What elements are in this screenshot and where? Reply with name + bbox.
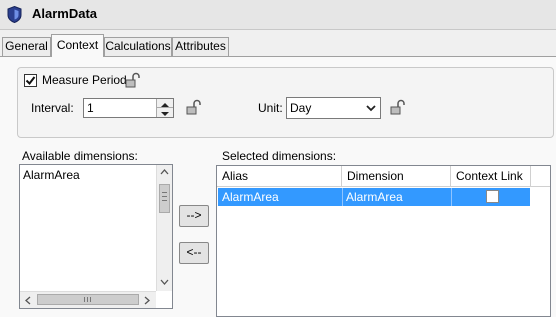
scroll-right-icon[interactable] (144, 296, 150, 305)
scroll-down-icon[interactable] (160, 279, 169, 285)
spin-up-button[interactable] (157, 99, 173, 108)
unit-label: Unit: (258, 101, 283, 115)
lock-open-icon[interactable] (185, 99, 201, 115)
interval-label: Interval: (31, 101, 74, 115)
column-header-context-link[interactable]: Context Link (451, 166, 531, 186)
interval-spinner-buttons (156, 99, 173, 117)
column-header-alias[interactable]: Alias (217, 166, 342, 186)
shield-app-icon (7, 6, 22, 23)
alias-cell[interactable]: AlarmArea (222, 190, 279, 204)
measure-period-label: Measure Period (42, 73, 127, 87)
horizontal-scrollbar[interactable] (20, 291, 156, 308)
tab-attributes[interactable]: Attributes (172, 37, 229, 56)
column-header-dimension[interactable]: Dimension (342, 166, 451, 186)
tab-general[interactable]: General (2, 37, 51, 56)
list-item[interactable]: AlarmArea (23, 168, 80, 182)
chevron-down-icon (366, 105, 376, 112)
remove-dimension-button[interactable]: <-- (179, 242, 209, 264)
active-tab-gap (52, 56, 103, 58)
selected-dimensions-grid[interactable]: Alias Dimension Context Link AlarmArea A… (216, 165, 551, 317)
available-dimensions-list[interactable]: AlarmArea (19, 164, 173, 309)
vertical-scrollbar[interactable] (156, 165, 172, 291)
measure-period-checkbox[interactable] (24, 74, 37, 87)
unit-value: Day (290, 101, 312, 115)
window-title: AlarmData (32, 6, 98, 21)
dimension-cell[interactable]: AlarmArea (346, 190, 403, 204)
interval-value: 1 (87, 101, 94, 115)
available-dimensions-label: Available dimensions: (22, 149, 138, 163)
spin-down-icon (161, 112, 169, 116)
scroll-thumb[interactable] (159, 184, 170, 213)
tab-context[interactable]: Context (51, 34, 104, 57)
spin-down-button[interactable] (157, 108, 173, 117)
table-row[interactable]: AlarmArea AlarmArea (218, 188, 530, 206)
scroll-left-icon[interactable] (25, 296, 31, 305)
lock-open-icon[interactable] (124, 72, 140, 88)
unit-dropdown[interactable]: Day (286, 97, 381, 119)
scroll-up-icon[interactable] (160, 169, 169, 175)
lock-open-icon[interactable] (389, 99, 405, 115)
cell-divider (451, 188, 452, 206)
checkmark-icon (25, 76, 36, 86)
selected-dimensions-label: Selected dimensions: (222, 149, 337, 163)
add-dimension-button[interactable]: --> (179, 205, 209, 227)
scroll-thumb-horizontal[interactable] (37, 294, 139, 305)
context-link-checkbox[interactable] (486, 190, 499, 203)
cell-divider (342, 188, 343, 206)
tab-calculations[interactable]: Calculations (104, 37, 172, 56)
header-divider (217, 186, 550, 187)
